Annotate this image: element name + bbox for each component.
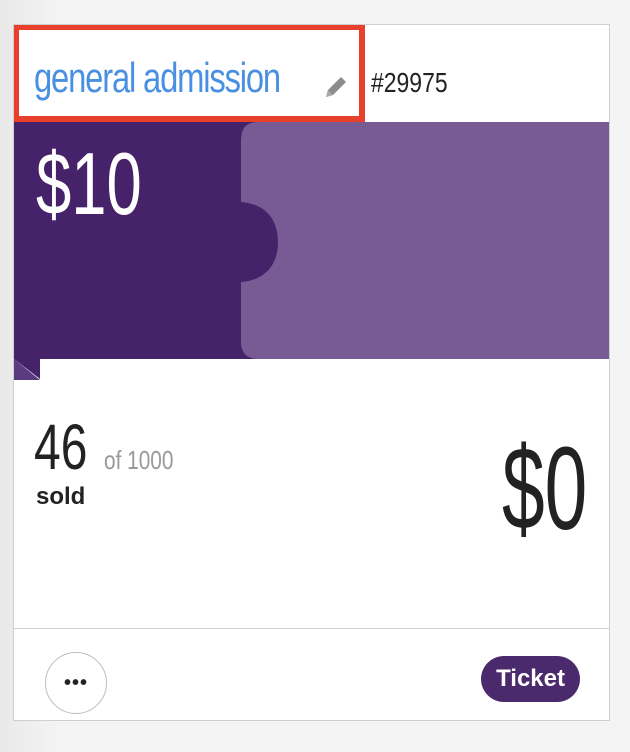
- ticket-name-link[interactable]: general admission: [34, 55, 281, 101]
- revenue-amount: $0: [501, 423, 587, 555]
- sold-total: of 1000: [104, 445, 174, 475]
- more-options-button[interactable]: •••: [45, 652, 107, 714]
- sold-label: sold: [36, 483, 86, 510]
- page: general admission #29975 $10 46 of 1000 …: [0, 0, 630, 752]
- footer-divider: [14, 628, 609, 629]
- ticket-card-header: general admission #29975: [14, 25, 609, 122]
- sold-count: 46: [34, 411, 88, 483]
- ticket-id: #29975: [371, 67, 448, 98]
- pencil-icon[interactable]: [322, 73, 350, 101]
- ticket-price: $10: [36, 134, 142, 233]
- ellipsis-icon: •••: [63, 671, 88, 694]
- ticket-type-badge[interactable]: Ticket: [481, 656, 580, 702]
- sold-summary: 46 of 1000 sold: [34, 411, 173, 510]
- ticket-price-banner: $10: [14, 122, 609, 380]
- ticket-card: general admission #29975 $10 46 of 1000 …: [13, 24, 610, 721]
